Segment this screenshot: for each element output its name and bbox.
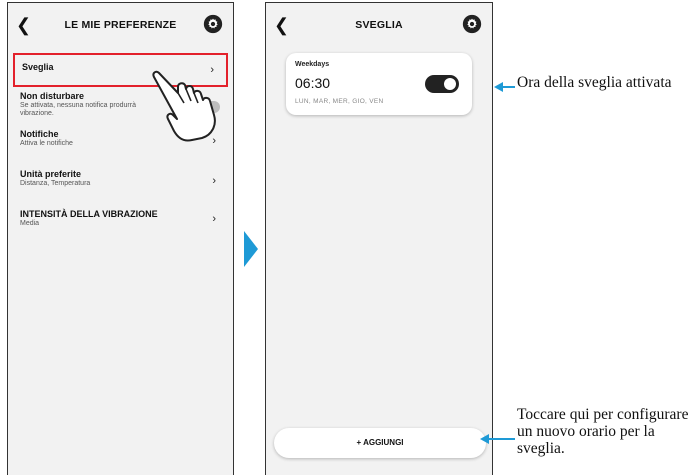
chevron-right-icon: › [212,213,216,225]
menu-item-subtitle: Attiva le notifiche [20,140,73,147]
add-alarm-button[interactable]: + AGGIUNGI [274,428,486,458]
callout-alarm-on: Ora della sveglia attivata [517,74,672,91]
alarm-label: Weekdays [295,61,330,68]
alarm-days: LUN, MAR, MER, GIO, VEN [295,98,384,105]
page-title: SVEGLIA [355,19,403,31]
callout-leader-line [486,438,515,440]
alarm-time: 06:30 [295,75,331,91]
next-step-arrow [244,231,258,267]
page-title: LE MIE PREFERENZE [64,19,177,31]
chevron-right-icon: › [212,175,216,187]
gear-icon[interactable] [462,14,482,34]
menu-item-subtitle: Media [20,220,40,227]
menu-item-title: Notifiche [20,129,59,139]
menu-item-subtitle: Se attivata, nessuna notifica produrrà v… [20,102,136,117]
alarm-card[interactable]: Weekdays 06:30 LUN, MAR, MER, GIO, VEN [286,53,472,115]
pointing-hand-icon [152,70,216,142]
top-bar: ❮ LE MIE PREFERENZE [8,3,233,49]
alarm-screen: ❮ SVEGLIA Weekdays 06:30 LUN, MAR, MER, … [265,2,493,475]
menu-item-title: Non disturbare [20,91,85,101]
menu-item-intensita-vibrazione[interactable]: INTENSITÀ DELLA VIBRAZIONE Media › [13,209,228,235]
top-bar: ❮ SVEGLIA [266,3,492,49]
alarm-toggle[interactable] [425,75,459,93]
menu-item-subtitle: Distanza, Temperatura [20,180,91,187]
callout-add-hint: Toccare qui per configurare un nuovo ora… [517,406,689,457]
menu-item-title: INTENSITÀ DELLA VIBRAZIONE [20,209,158,219]
menu-item-unita-preferite[interactable]: Unità preferite Distanza, Temperatura › [13,169,228,195]
preferences-screen: ❮ LE MIE PREFERENZE Sveglia › Non distur… [7,2,234,475]
menu-item-title: Sveglia [22,62,54,72]
callout-leader-line [500,86,515,88]
menu-item-title: Unità preferite [20,169,82,179]
toggle-knob [444,78,456,90]
gear-icon[interactable] [203,14,223,34]
